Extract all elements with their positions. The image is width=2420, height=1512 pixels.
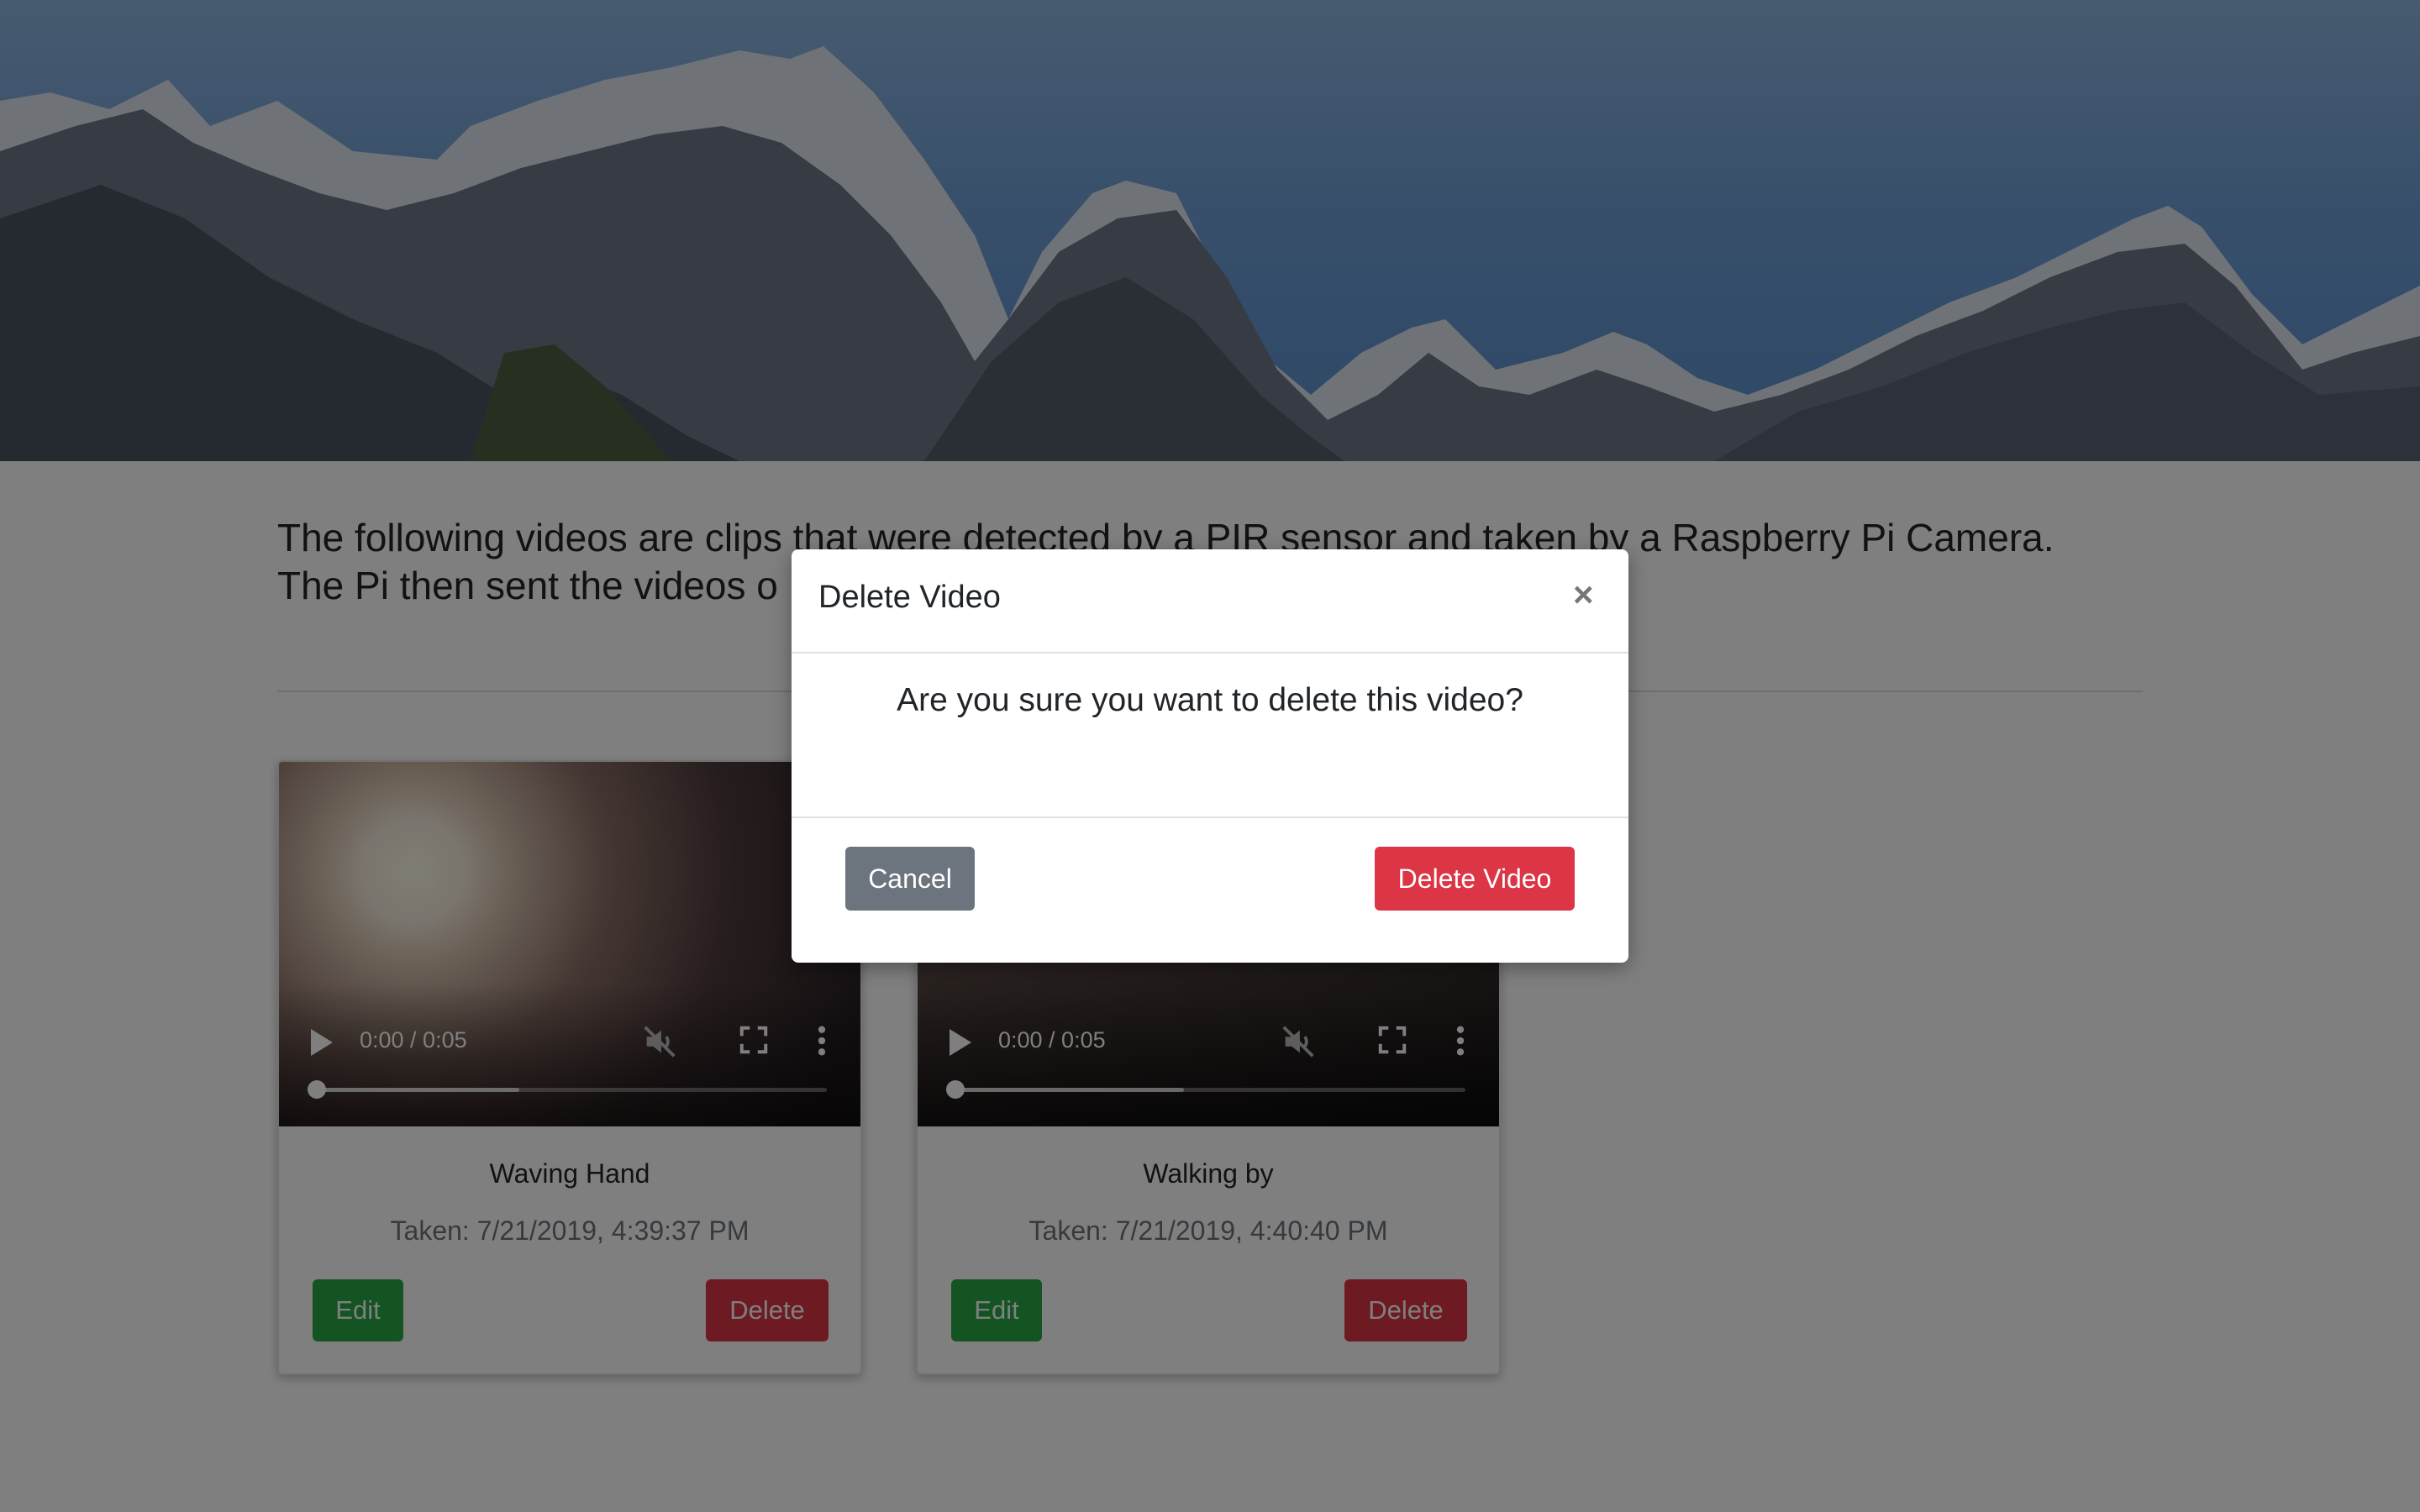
close-icon[interactable]: × (1573, 575, 1594, 615)
cancel-button[interactable]: Cancel (845, 847, 975, 911)
modal-footer: Cancel Delete Video (792, 816, 1628, 963)
modal-title: Delete Video (818, 580, 1001, 615)
confirm-delete-button[interactable]: Delete Video (1375, 847, 1575, 911)
delete-video-modal: Delete Video × Are you sure you want to … (792, 549, 1628, 963)
modal-body: Are you sure you want to delete this vid… (792, 654, 1628, 780)
modal-message: Are you sure you want to delete this vid… (897, 682, 1523, 718)
modal-header: Delete Video × (792, 549, 1628, 654)
